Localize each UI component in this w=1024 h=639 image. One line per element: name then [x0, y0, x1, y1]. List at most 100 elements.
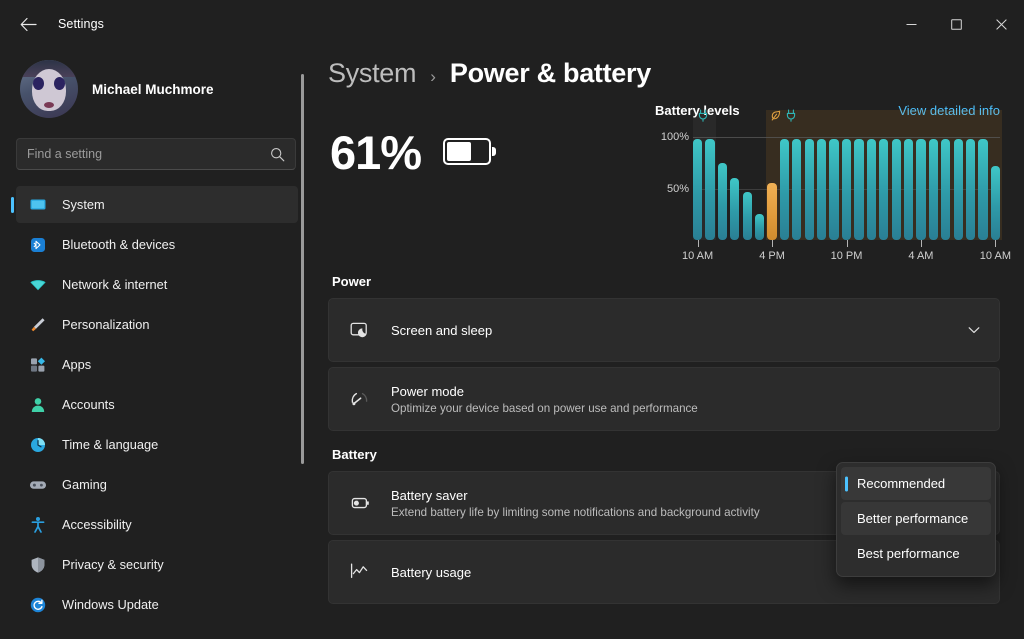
- chart-x-tick: [772, 240, 773, 247]
- chart-y-axis-labels: 100% 50%: [655, 128, 689, 240]
- battery-overview-row: 61% Battery levels View detailed info 10…: [328, 99, 1000, 258]
- card-subtitle: Optimize your device based on power use …: [391, 402, 981, 415]
- sidebar-item-system[interactable]: System: [16, 186, 298, 223]
- sidebar-item-label: Gaming: [62, 477, 107, 492]
- card-text: Battery saver Extend battery life by lim…: [391, 488, 863, 519]
- chart-bar: [854, 139, 863, 240]
- chart-x-tick: [921, 240, 922, 247]
- chart-bar: [879, 139, 888, 240]
- section-title-battery: Battery: [332, 447, 1000, 462]
- chart-bar: [842, 139, 851, 240]
- minimize-button[interactable]: [889, 0, 934, 48]
- card-subtitle: Extend battery life by limiting some not…: [391, 506, 863, 519]
- card-title: Battery saver: [391, 488, 863, 503]
- sidebar-item-accounts[interactable]: Accounts: [16, 386, 298, 423]
- breadcrumb-separator-icon: ›: [430, 67, 436, 87]
- sidebar-item-label: Privacy & security: [62, 557, 164, 572]
- apps-grid-icon: [28, 355, 48, 375]
- card-power-mode[interactable]: Power mode Optimize your device based on…: [328, 367, 1000, 431]
- maximize-button[interactable]: [934, 0, 979, 48]
- card-right: [967, 323, 981, 337]
- sidebar-item-label: Personalization: [62, 317, 150, 332]
- refresh-icon: [28, 595, 48, 615]
- sidebar-item-label: Time & language: [62, 437, 158, 452]
- chart-bar: [817, 139, 826, 240]
- chart-bar: [991, 166, 1000, 240]
- back-button[interactable]: [8, 8, 48, 40]
- chart-bar: [730, 178, 739, 240]
- battery-icon: [443, 138, 497, 168]
- sidebar-item-personalization[interactable]: Personalization: [16, 306, 298, 343]
- monitor-icon: [28, 195, 48, 215]
- card-title: Screen and sleep: [391, 323, 967, 338]
- chart-x-axis-labels: 10 AM4 PM10 PM4 AM10 AM: [693, 250, 1000, 266]
- sidebar-scrollbar[interactable]: [301, 70, 304, 633]
- search-input[interactable]: [27, 147, 270, 161]
- sidebar-item-label: System: [62, 197, 105, 212]
- sidebar-scrollbar-thumb[interactable]: [301, 74, 304, 464]
- chart-y-tick-label: 100%: [661, 131, 689, 143]
- close-button[interactable]: [979, 0, 1024, 48]
- chart-bar: [966, 139, 975, 240]
- sidebar-item-apps[interactable]: Apps: [16, 346, 298, 383]
- chart-bar: [892, 139, 901, 240]
- breadcrumb-parent[interactable]: System: [328, 58, 416, 89]
- chart-x-tick-label: 10 AM: [682, 250, 713, 262]
- sidebar-item-label: Accessibility: [62, 517, 132, 532]
- title-bar: Settings: [0, 0, 1024, 48]
- close-icon: [996, 19, 1007, 30]
- chart-bar: [718, 163, 727, 240]
- sidebar-item-time-language[interactable]: Time & language: [16, 426, 298, 463]
- dropdown-option[interactable]: Recommended: [841, 467, 991, 500]
- shield-icon: [28, 555, 48, 575]
- chart-bar: [780, 139, 789, 240]
- sidebar-item-windows-update[interactable]: Windows Update: [16, 586, 298, 623]
- chart-y-tick-label: 50%: [667, 183, 689, 195]
- power-mode-dropdown[interactable]: RecommendedBetter performanceBest perfor…: [836, 462, 996, 577]
- bluetooth-icon: [28, 235, 48, 255]
- battery-saver-leaf-icon: [770, 109, 782, 122]
- dropdown-option[interactable]: Better performance: [841, 502, 991, 535]
- chart-bar: [755, 214, 764, 240]
- sidebar-item-accessibility[interactable]: Accessibility: [16, 506, 298, 543]
- profile-block[interactable]: Michael Muchmore: [16, 48, 320, 136]
- card-text: Power mode Optimize your device based on…: [391, 384, 981, 415]
- chevron-down-icon[interactable]: [967, 323, 981, 337]
- chart-bars-region: [693, 128, 1000, 240]
- sidebar-item-privacy-security[interactable]: Privacy & security: [16, 546, 298, 583]
- accessibility-icon: [28, 515, 48, 535]
- screen-sleep-icon: [345, 319, 375, 341]
- chart-x-tick: [995, 240, 996, 247]
- chart-x-tick-label: 10 PM: [831, 250, 863, 262]
- chart-bar: [904, 139, 913, 240]
- chart-bar: [978, 139, 987, 240]
- user-name: Michael Muchmore: [92, 82, 214, 97]
- card-title: Power mode: [391, 384, 981, 399]
- section-title-power: Power: [332, 274, 1000, 289]
- minimize-icon: [906, 19, 917, 30]
- chart-bar: [954, 139, 963, 240]
- sidebar-item-label: Accounts: [62, 397, 115, 412]
- power-mode-gauge-icon: [345, 388, 375, 410]
- sidebar-item-label: Network & internet: [62, 277, 167, 292]
- page-title: Power & battery: [450, 58, 651, 89]
- dropdown-option[interactable]: Best performance: [841, 537, 991, 570]
- window-controls: [889, 0, 1024, 48]
- sidebar-item-label: Bluetooth & devices: [62, 237, 175, 252]
- sidebar-item-network-internet[interactable]: Network & internet: [16, 266, 298, 303]
- sidebar-item-label: Windows Update: [62, 597, 159, 612]
- card-screen-and-sleep[interactable]: Screen and sleep: [328, 298, 1000, 362]
- wifi-icon: [28, 275, 48, 295]
- chart-bar: [916, 139, 925, 240]
- chart-x-axis-ticks: [693, 240, 1000, 248]
- sidebar-item-bluetooth-devices[interactable]: Bluetooth & devices: [16, 226, 298, 263]
- sidebar-item-gaming[interactable]: Gaming: [16, 466, 298, 503]
- chart-bar: [929, 139, 938, 240]
- sidebar-item-label: Apps: [62, 357, 91, 372]
- search-box[interactable]: [16, 138, 296, 170]
- chart-x-tick: [847, 240, 848, 247]
- battery-levels-chart: Battery levels View detailed info 100%50…: [655, 99, 1000, 258]
- avatar: [20, 60, 78, 118]
- paintbrush-icon: [28, 315, 48, 335]
- chart-bar: [767, 183, 776, 240]
